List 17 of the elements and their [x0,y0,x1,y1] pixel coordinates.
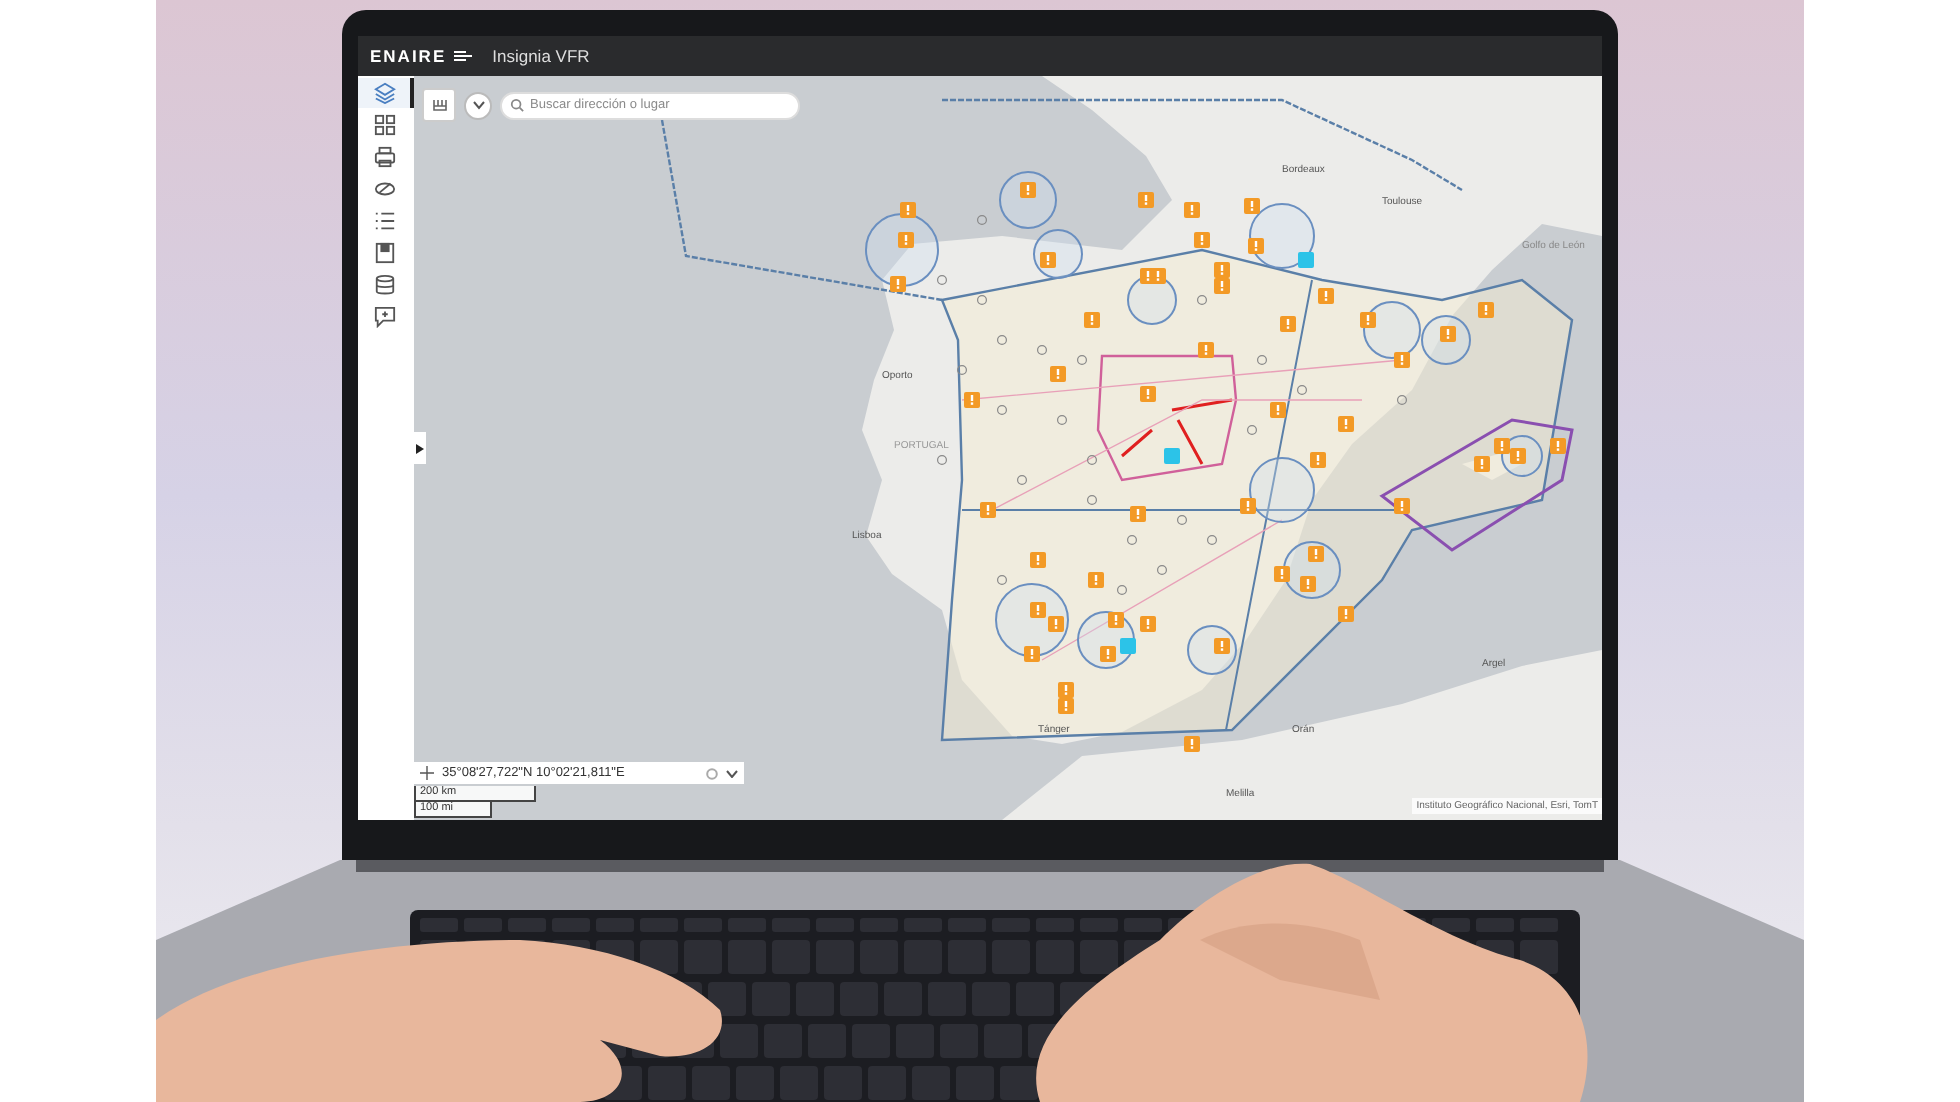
printer-icon [373,146,395,168]
layers-icon [373,82,395,104]
basemap-button[interactable] [422,88,456,122]
comment-icon [373,306,395,328]
list-icon [373,210,395,232]
app-title: Insignia VFR [492,46,590,66]
chevron-down-icon [471,100,485,110]
search-icon [510,98,524,112]
crosshair-icon [420,766,434,780]
grid-icon [373,114,395,136]
stripes-icon [454,50,473,62]
app-logo: ENAIRE [370,46,447,66]
sidebar-item[interactable] [358,78,414,108]
database-icon [373,274,395,296]
chevron-down-icon[interactable] [726,769,738,777]
panel-toggle-button[interactable] [414,432,426,464]
bookmark-icon [373,242,395,264]
